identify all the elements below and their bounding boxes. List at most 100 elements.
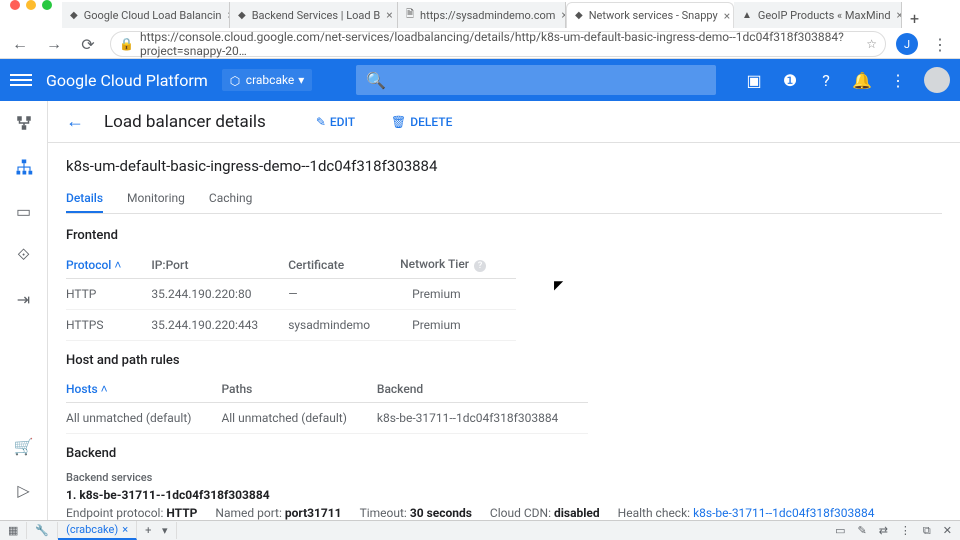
tab-title: Network services - Snappy bbox=[589, 9, 718, 22]
new-tab-button[interactable]: + bbox=[902, 9, 927, 28]
devtools-close-icon[interactable]: ✕ bbox=[943, 524, 952, 538]
window-minimize-dot[interactable] bbox=[26, 0, 36, 10]
browser-chrome: ◆ Google Cloud Load Balancin × ◆ Backend… bbox=[0, 0, 960, 59]
tab-title: https://sysadmindemo.com bbox=[420, 9, 555, 22]
devtools-transfer-icon[interactable]: ⇄ bbox=[879, 524, 888, 538]
back-arrow-icon[interactable]: ← bbox=[66, 111, 84, 132]
tab-monitoring[interactable]: Monitoring bbox=[127, 185, 185, 213]
health-check-link[interactable]: k8s-be-31711--1dc04f318f303884 bbox=[693, 506, 874, 520]
sidebar-item-dns[interactable]: ▭ bbox=[14, 201, 34, 221]
table-row: HTTPS 35.244.190.220:443 sysadmindemo Pr… bbox=[66, 310, 516, 341]
devtools-bar: ▦ 🔧 (crabcake) × + ▾ ▭ ✎ ⇄ ⋮ ⧉ ✕ bbox=[0, 520, 960, 540]
page-bar: ← Load balancer details ✎ EDIT 🗑 DELETE bbox=[48, 101, 960, 143]
trash-icon: 🗑 bbox=[391, 115, 406, 129]
sidebar-item-marketplace[interactable]: 🛒 bbox=[14, 436, 34, 456]
devtools-device-icon[interactable]: ▭ bbox=[835, 524, 845, 538]
chevron-down-icon: ▾ bbox=[298, 73, 304, 87]
page-title: Load balancer details bbox=[104, 112, 266, 132]
tab-title: Google Cloud Load Balancin bbox=[84, 9, 222, 22]
utilities-menu-icon[interactable]: ⋮ bbox=[888, 70, 908, 90]
bookmark-star-icon[interactable]: ☆ bbox=[866, 37, 877, 51]
devtools-more-icon[interactable]: ⋮ bbox=[900, 524, 911, 538]
sidebar-item-nat[interactable]: ⇥ bbox=[14, 289, 34, 309]
backend-service-name: 1. k8s-be-31711--1dc04f318f303884 bbox=[66, 488, 942, 502]
detail-tabs: Details Monitoring Caching bbox=[66, 185, 942, 214]
favicon-gcp: ◆ bbox=[70, 8, 78, 22]
pencil-icon: ✎ bbox=[316, 115, 326, 129]
tab-caching[interactable]: Caching bbox=[209, 185, 253, 213]
devtools-grid-icon[interactable]: ▦ bbox=[0, 522, 27, 539]
edit-button[interactable]: ✎ EDIT bbox=[316, 115, 355, 129]
notifications-icon[interactable]: 🔔 bbox=[852, 70, 872, 90]
browser-tab-active[interactable]: ◆ Network services - Snappy × bbox=[566, 2, 734, 28]
hostpath-table: Hosts ˄ Paths Backend All unmatched (def… bbox=[66, 376, 588, 434]
reload-button[interactable]: ⟳ bbox=[76, 32, 100, 56]
help-icon[interactable]: ? bbox=[474, 260, 486, 272]
account-avatar[interactable] bbox=[924, 67, 950, 93]
col-certificate[interactable]: Certificate bbox=[288, 251, 400, 279]
lock-icon: 🔒 bbox=[119, 37, 134, 51]
search-icon: 🔍 bbox=[366, 71, 386, 90]
browser-tab[interactable]: ◆ Backend Services | Load B × bbox=[230, 2, 398, 28]
address-bar-row: ← → ⟳ 🔒 https://console.cloud.google.com… bbox=[0, 28, 960, 60]
frontend-table: Protocol ˄ IP:Port Certificate Network T… bbox=[66, 251, 516, 341]
favicon-gcp: ◆ bbox=[238, 8, 246, 22]
sidebar-expand-icon[interactable]: ▷ bbox=[14, 480, 34, 500]
tab-title: GeoIP Products « MaxMind bbox=[758, 9, 891, 22]
devtools-wrench-icon[interactable]: 🔧 bbox=[27, 522, 58, 539]
col-backend[interactable]: Backend bbox=[377, 376, 588, 403]
product-name[interactable]: Google Cloud Platform bbox=[46, 71, 208, 90]
section-title-backend: Backend bbox=[66, 446, 942, 461]
devtools-edit-icon[interactable]: ✎ bbox=[857, 524, 866, 538]
project-icon: ⬡ bbox=[230, 74, 242, 86]
sidebar: ▭ ⟐ ⇥ 🛒 ▷ bbox=[0, 101, 48, 520]
back-button[interactable]: ← bbox=[8, 32, 32, 56]
profile-avatar[interactable]: J bbox=[896, 33, 918, 55]
alert-icon[interactable]: ❶ bbox=[780, 70, 800, 90]
content-pane: ← Load balancer details ✎ EDIT 🗑 DELETE … bbox=[48, 101, 960, 520]
section-title-hostpath: Host and path rules bbox=[66, 353, 942, 368]
backend-services-label: Backend services bbox=[66, 471, 942, 484]
help-icon[interactable]: ? bbox=[816, 70, 836, 90]
delete-button[interactable]: 🗑 DELETE bbox=[391, 115, 452, 129]
browser-tab[interactable]: 🗎 https://sysadmindemo.com × bbox=[398, 2, 566, 28]
col-networktier[interactable]: Network Tier ? bbox=[400, 251, 516, 279]
project-name: crabcake bbox=[246, 73, 295, 87]
browser-tabs: ◆ Google Cloud Load Balancin × ◆ Backend… bbox=[0, 2, 960, 28]
window-zoom-dot[interactable] bbox=[42, 0, 52, 10]
devtools-add-tab[interactable]: + ▾ bbox=[137, 522, 177, 539]
close-icon[interactable]: × bbox=[897, 8, 902, 22]
close-icon[interactable]: × bbox=[724, 9, 730, 23]
tab-title: Backend Services | Load B bbox=[252, 9, 380, 22]
window-close-dot[interactable] bbox=[10, 0, 20, 10]
search-bar[interactable]: 🔍 bbox=[356, 65, 716, 95]
sidebar-item-loadbalancing[interactable] bbox=[14, 157, 34, 177]
project-picker[interactable]: ⬡ crabcake ▾ bbox=[222, 69, 313, 91]
favicon-gcp: ◆ bbox=[575, 9, 583, 23]
col-paths[interactable]: Paths bbox=[221, 376, 376, 403]
browser-tab[interactable]: ◆ Google Cloud Load Balancin × bbox=[62, 2, 230, 28]
close-icon[interactable]: × bbox=[386, 8, 392, 22]
col-hosts[interactable]: Hosts ˄ bbox=[66, 376, 221, 403]
url-bar[interactable]: 🔒 https://console.cloud.google.com/net-s… bbox=[110, 31, 886, 57]
forward-button[interactable]: → bbox=[42, 32, 66, 56]
col-ipport[interactable]: IP:Port bbox=[151, 251, 288, 279]
browser-tab[interactable]: ▲ GeoIP Products « MaxMind × bbox=[734, 2, 902, 28]
search-input[interactable] bbox=[386, 73, 706, 88]
favicon-maxmind: ▲ bbox=[742, 8, 752, 22]
gcp-header: Google Cloud Platform ⬡ crabcake ▾ 🔍 ▣ ❶… bbox=[0, 59, 960, 101]
browser-menu-icon[interactable]: ⋮ bbox=[928, 32, 952, 56]
load-balancer-name: k8s-um-default-basic-ingress-demo--1dc04… bbox=[66, 157, 942, 175]
section-title-frontend: Frontend bbox=[66, 228, 942, 243]
close-icon[interactable]: × bbox=[122, 523, 128, 536]
devtools-tab[interactable]: (crabcake) × bbox=[58, 521, 137, 540]
cloud-shell-icon[interactable]: ▣ bbox=[744, 70, 764, 90]
table-row: All unmatched (default) All unmatched (d… bbox=[66, 403, 588, 434]
devtools-popout-icon[interactable]: ⧉ bbox=[923, 524, 931, 538]
col-protocol[interactable]: Protocol ˄ bbox=[66, 251, 151, 279]
favicon-generic: 🗎 bbox=[406, 8, 414, 22]
sidebar-item-cdn[interactable]: ⟐ bbox=[14, 245, 34, 265]
hamburger-icon[interactable] bbox=[10, 74, 32, 86]
sidebar-item-network[interactable] bbox=[14, 113, 34, 133]
tab-details[interactable]: Details bbox=[66, 185, 103, 213]
